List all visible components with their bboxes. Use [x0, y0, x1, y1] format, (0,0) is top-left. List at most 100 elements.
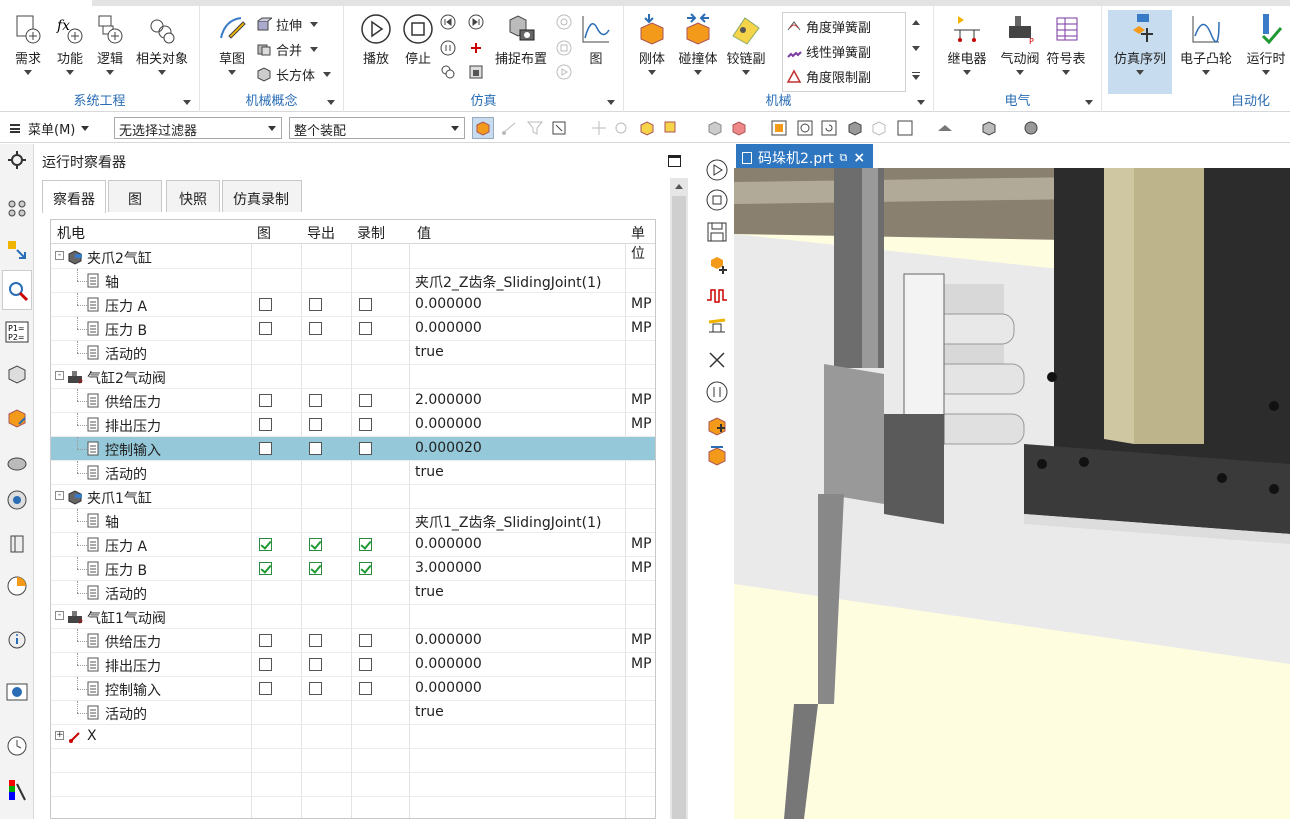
- select-general-icon[interactable]: [550, 119, 568, 137]
- table-row[interactable]: 控制输入 0.000020: [51, 437, 655, 461]
- graph-checkbox[interactable]: [259, 562, 272, 575]
- group-expand-icon[interactable]: [327, 100, 335, 105]
- pause-icon[interactable]: [440, 40, 456, 56]
- history-icon[interactable]: [5, 450, 29, 474]
- relay-button[interactable]: 继电器: [938, 10, 996, 88]
- record-checkbox[interactable]: [359, 658, 372, 671]
- fit-view-icon[interactable]: [770, 119, 788, 137]
- section-view-icon[interactable]: [896, 119, 914, 137]
- physics-navigator-icon[interactable]: [5, 238, 29, 262]
- table-row[interactable]: - 夹爪1气缸: [51, 485, 655, 509]
- assembly-navigator-icon[interactable]: [5, 196, 29, 220]
- table-row[interactable]: 排出压力 0.000000 MP: [51, 653, 655, 677]
- 3d-model-view[interactable]: [734, 144, 1290, 819]
- group-expand-icon[interactable]: [1085, 100, 1093, 105]
- sensor-icon[interactable]: [705, 316, 729, 340]
- related-object-button[interactable]: 相关对象: [134, 10, 190, 88]
- collapse-icon[interactable]: -: [55, 251, 64, 260]
- record-checkbox[interactable]: [359, 322, 372, 335]
- gear-icon[interactable]: [5, 148, 29, 172]
- runtime-inspector-tab[interactable]: [2, 270, 32, 310]
- part-file-tab[interactable]: 码垛机2.prt ⧉ ×: [736, 144, 874, 168]
- scroll-thumb[interactable]: [672, 196, 686, 819]
- menu-button[interactable]: 菜单(M): [10, 119, 90, 138]
- curve-snap-icon[interactable]: [612, 119, 630, 137]
- rotate-view-icon[interactable]: [820, 119, 838, 137]
- angular-limit-button[interactable]: 角度限制副: [786, 64, 871, 88]
- restore-window-icon[interactable]: ⧉: [840, 151, 848, 165]
- graph-checkbox[interactable]: [259, 658, 272, 671]
- col-header-graph[interactable]: 图: [257, 223, 271, 243]
- zoom-view-icon[interactable]: [796, 119, 814, 137]
- graph-checkbox[interactable]: [259, 442, 272, 455]
- table-row[interactable]: 压力 B 3.000000 MP: [51, 557, 655, 581]
- shaded-view-icon[interactable]: [706, 119, 724, 137]
- rewind-icon[interactable]: [440, 14, 456, 30]
- table-row[interactable]: 压力 A 0.000000 MP: [51, 533, 655, 557]
- electronic-cam-button[interactable]: 电子凸轮: [1176, 10, 1236, 88]
- table-row[interactable]: 控制输入 0.000000: [51, 677, 655, 701]
- col-header-mechatronics[interactable]: 机电: [57, 223, 85, 243]
- record-checkbox[interactable]: [359, 682, 372, 695]
- filter-icon[interactable]: [526, 119, 544, 137]
- group-expand-icon[interactable]: [183, 100, 191, 105]
- gallery-up-icon[interactable]: [912, 20, 920, 25]
- tab-snapshot[interactable]: 快照: [166, 180, 220, 212]
- row-value[interactable]: 0.000000: [415, 680, 482, 696]
- graph-checkbox[interactable]: [259, 538, 272, 551]
- export-checkbox[interactable]: [309, 538, 322, 551]
- collapse-icon[interactable]: -: [55, 611, 64, 620]
- gallery-more-icon[interactable]: [912, 72, 920, 80]
- close-icon[interactable]: [705, 348, 729, 372]
- graph-button[interactable]: 图: [570, 10, 622, 88]
- linear-spring-button[interactable]: 线性弹簧副: [786, 39, 871, 63]
- row-value[interactable]: 0.000020: [415, 440, 482, 456]
- row-value[interactable]: 0.000000: [415, 536, 482, 552]
- table-row[interactable]: 压力 A 0.000000 MP: [51, 293, 655, 317]
- play-icon[interactable]: [705, 158, 729, 182]
- table-row[interactable]: + X: [51, 725, 655, 749]
- export-checkbox[interactable]: [309, 682, 322, 695]
- vertex-snap-icon[interactable]: [590, 119, 608, 137]
- table-row[interactable]: 轴 夹爪2_Z齿条_SlidingJoint(1): [51, 269, 655, 293]
- hinge-joint-button[interactable]: 铰链副: [718, 10, 774, 88]
- collapse-icon[interactable]: -: [55, 491, 64, 500]
- table-row[interactable]: 活动的 true: [51, 701, 655, 725]
- forward-icon[interactable]: [468, 14, 484, 30]
- graph-checkbox[interactable]: [259, 634, 272, 647]
- save-icon[interactable]: [705, 220, 729, 244]
- wireframe-view-icon[interactable]: [870, 119, 888, 137]
- stop-icon[interactable]: [705, 188, 729, 212]
- table-row[interactable]: 活动的 true: [51, 581, 655, 605]
- body-view-icon[interactable]: [730, 119, 748, 137]
- collapse-icon[interactable]: -: [55, 371, 64, 380]
- graph-checkbox[interactable]: [259, 682, 272, 695]
- table-row[interactable]: 轴 夹爪1_Z齿条_SlidingJoint(1): [51, 509, 655, 533]
- render-style-icon[interactable]: [936, 119, 954, 137]
- export-checkbox[interactable]: [309, 322, 322, 335]
- row-value[interactable]: 0.000000: [415, 632, 482, 648]
- table-row[interactable]: - 夹爪2气缸: [51, 245, 655, 269]
- extrude-button[interactable]: 拉伸: [256, 12, 319, 36]
- export-checkbox[interactable]: [309, 634, 322, 647]
- move-object-icon[interactable]: [705, 254, 729, 278]
- angular-spring-button[interactable]: 角度弹簧副: [786, 14, 871, 38]
- sequence-editor-icon[interactable]: [5, 406, 29, 430]
- row-value[interactable]: 2.000000: [415, 392, 482, 408]
- part-navigator-icon[interactable]: [5, 362, 29, 386]
- export-checkbox[interactable]: [309, 418, 322, 431]
- panel-scrollbar[interactable]: [670, 178, 688, 819]
- signal-icon[interactable]: [705, 284, 729, 308]
- scroll-up-icon[interactable]: [675, 184, 683, 189]
- table-row[interactable]: - P 气缸1气动阀: [51, 605, 655, 629]
- record-icon[interactable]: [468, 64, 484, 80]
- collision-icon[interactable]: [705, 444, 729, 468]
- export-checkbox[interactable]: [309, 298, 322, 311]
- face-snap-icon[interactable]: [662, 119, 680, 137]
- parameter-table-icon[interactable]: P1=P2=: [5, 320, 29, 344]
- block-button[interactable]: 长方体: [256, 62, 332, 86]
- row-value[interactable]: 0.000000: [415, 320, 482, 336]
- info-icon[interactable]: [5, 628, 29, 652]
- layer-display-icon[interactable]: [1022, 119, 1040, 137]
- group-expand-icon[interactable]: [607, 100, 615, 105]
